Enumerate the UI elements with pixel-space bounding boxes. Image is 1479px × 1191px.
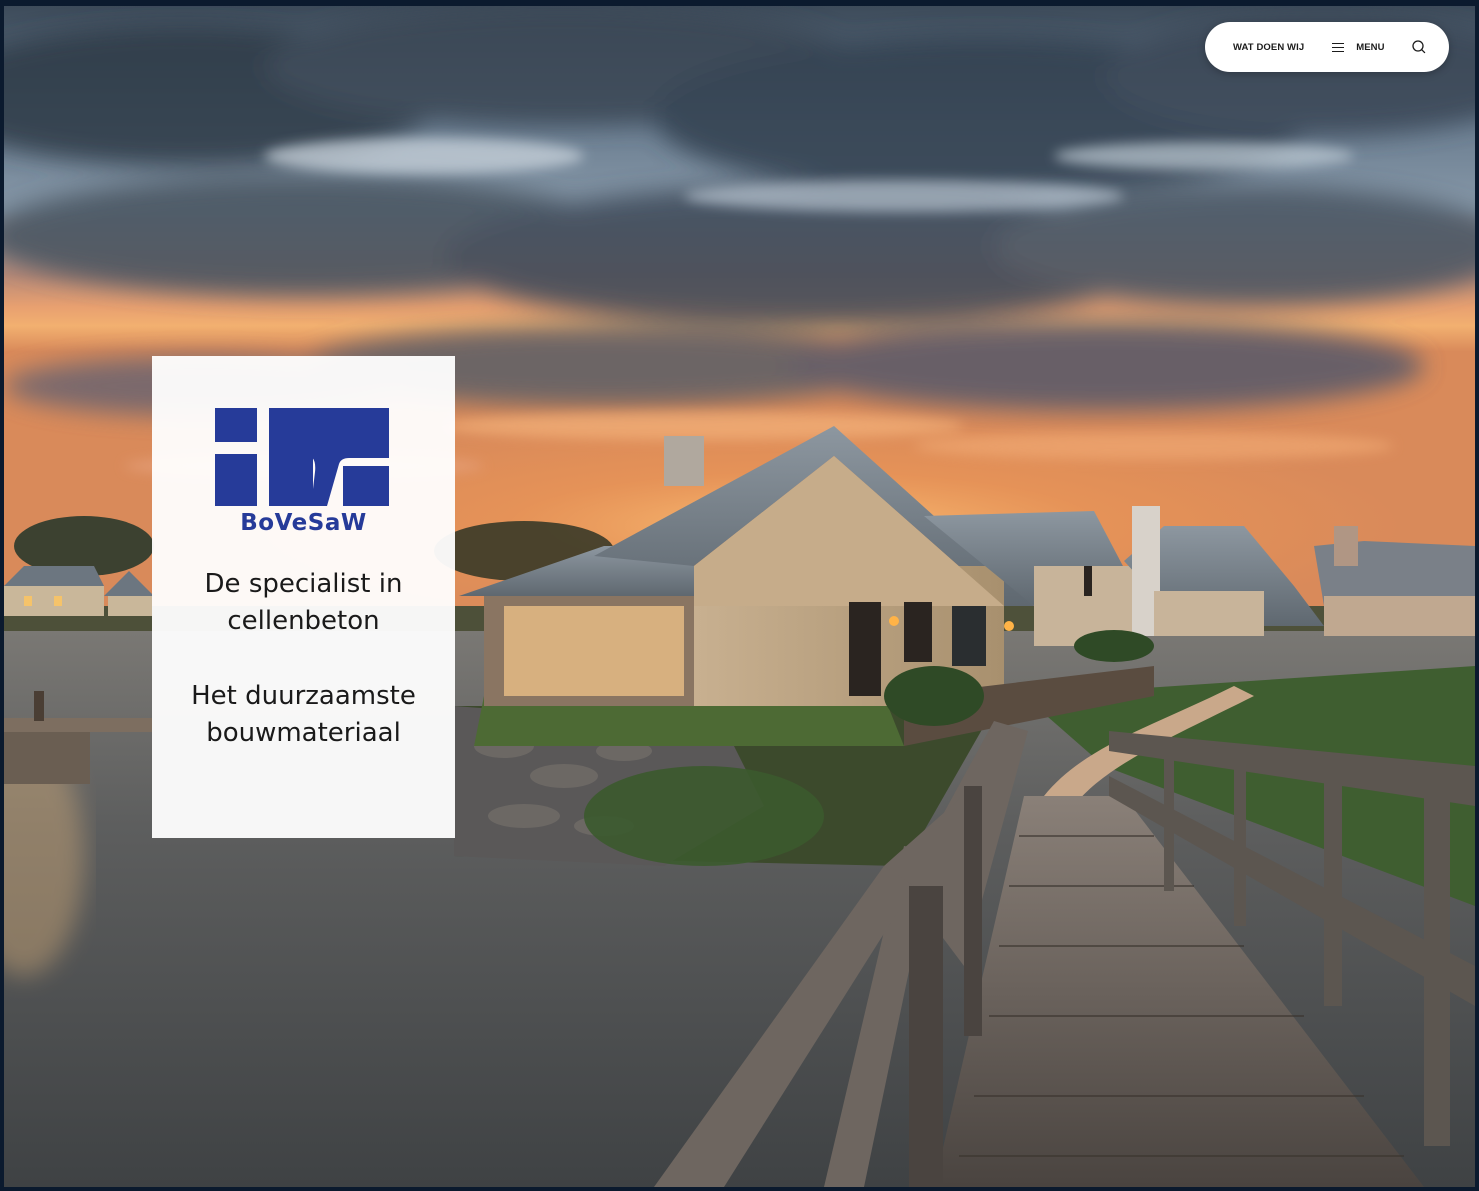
- tagline-specialist: De specialist in cellenbeton: [152, 566, 455, 640]
- top-nav-pill: WAT DOEN WIJ MENU: [1205, 22, 1449, 72]
- tagline-sustainable-line-2: bouwmateriaal: [206, 718, 401, 748]
- hero-logo-card: BoVeSaW De specialist in cellenbeton Het…: [152, 356, 455, 838]
- tagline-specialist-line-2: cellenbeton: [227, 606, 380, 636]
- tagline-sustainable-line-1: Het duurzaamste: [191, 681, 416, 711]
- menu-label: MENU: [1356, 41, 1385, 53]
- search-icon[interactable]: [1411, 39, 1427, 55]
- tagline-specialist-line-1: De specialist in: [204, 569, 403, 599]
- hamburger-icon: [1332, 42, 1345, 52]
- brand-name: BoVeSaW: [240, 510, 367, 536]
- brand-logo-mark[interactable]: [215, 408, 389, 506]
- nav-link-what-we-do[interactable]: WAT DOEN WIJ: [1233, 42, 1304, 53]
- browser-viewport: WAT DOEN WIJ MENU BoVeSaW De specialist …: [4, 6, 1475, 1187]
- menu-button[interactable]: MENU: [1332, 42, 1384, 53]
- tagline-sustainable: Het duurzaamste bouwmateriaal: [152, 678, 455, 752]
